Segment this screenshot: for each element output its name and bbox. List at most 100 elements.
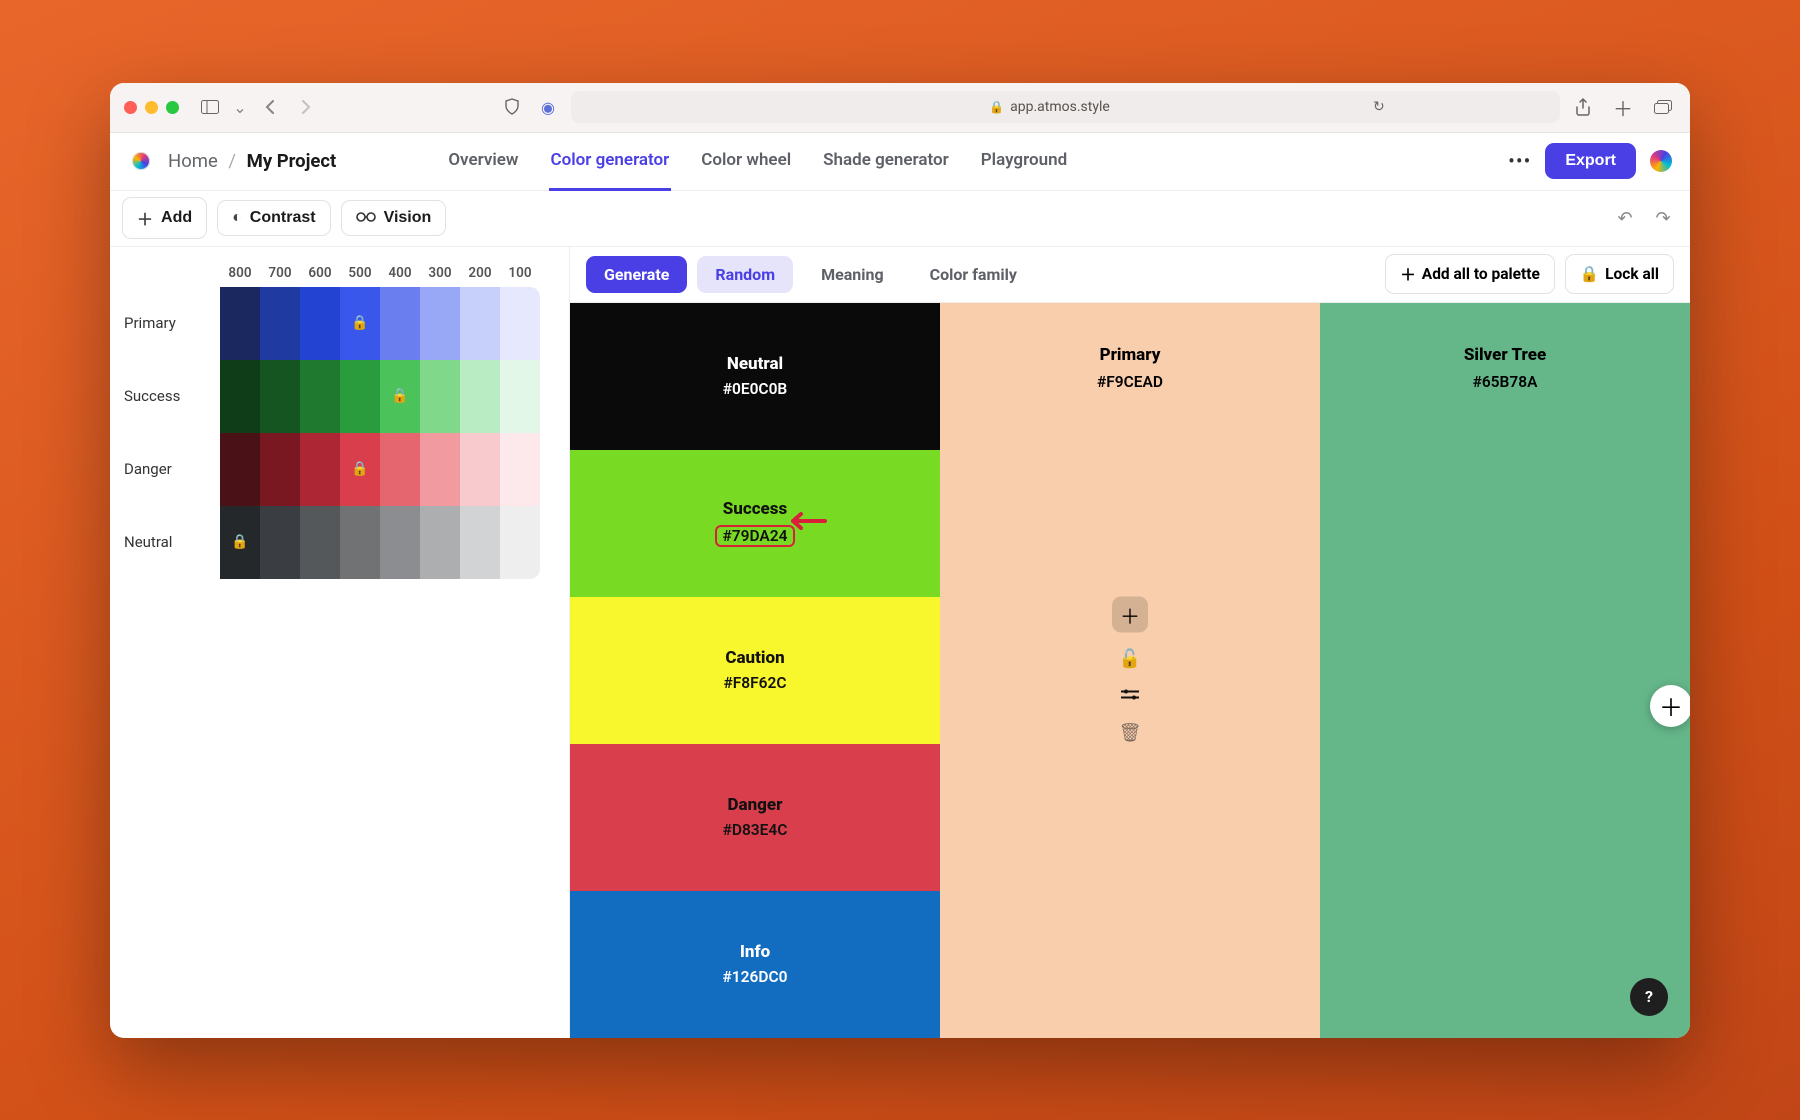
breadcrumb-home[interactable]: Home [168, 150, 218, 172]
color-slab[interactable]: Info#126DC0 [570, 891, 940, 1038]
annotation-arrow-icon [785, 510, 827, 536]
shade-label: 200 [460, 265, 500, 281]
lock-all-label: Lock all [1605, 265, 1659, 283]
swatch[interactable] [340, 360, 380, 433]
swatch[interactable] [420, 506, 460, 579]
reload-button[interactable]: ↻ [1366, 94, 1392, 120]
forward-button[interactable] [293, 94, 319, 120]
swatch[interactable] [500, 287, 540, 360]
color-slab[interactable]: Danger#D83E4C [570, 744, 940, 891]
app-logo[interactable] [128, 148, 154, 174]
generator-bar: Generate Random Meaning Color family ＋Ad… [570, 247, 1690, 303]
extensions-icon[interactable]: ◉ [535, 94, 561, 120]
generate-button[interactable]: Generate [586, 256, 687, 293]
vision-label: Vision [384, 209, 432, 227]
swatch[interactable] [380, 433, 420, 506]
swatch[interactable]: 🔒 [220, 506, 260, 579]
swatch[interactable] [340, 506, 380, 579]
more-menu-button[interactable]: ••• [1508, 149, 1531, 173]
minimize-window-button[interactable] [145, 101, 158, 114]
contrast-icon: ◐ [232, 209, 242, 227]
color-slab[interactable]: Caution#F8F62C [570, 597, 940, 744]
swatch[interactable] [300, 506, 340, 579]
swatch[interactable] [500, 360, 540, 433]
export-button[interactable]: Export [1545, 143, 1636, 179]
user-avatar[interactable] [1650, 150, 1672, 172]
swatch[interactable]: 🔒 [340, 433, 380, 506]
shade-grid: Primary🔒Success🔒Danger🔒Neutral🔒 [110, 287, 569, 579]
url-bar[interactable]: 🔒 app.atmos.style ↻ [571, 91, 1560, 123]
shade-label: 500 [340, 265, 380, 281]
add-button[interactable]: ＋Add [122, 197, 207, 239]
sidebar-toggle-button[interactable] [197, 94, 223, 120]
swatch[interactable] [500, 506, 540, 579]
swatch[interactable]: 🔒 [340, 287, 380, 360]
color-slab[interactable]: Neutral#0E0C0B [570, 303, 940, 450]
tab-color-generator[interactable]: Color generator [549, 132, 672, 191]
share-button[interactable] [1570, 94, 1596, 120]
swatch[interactable]: 🔒 [380, 360, 420, 433]
swatch[interactable] [380, 506, 420, 579]
adjust-button[interactable] [1121, 686, 1139, 707]
color-column-primary[interactable]: Primary#F9CEAD＋🔓🗑 [940, 303, 1320, 1038]
swatch[interactable] [260, 506, 300, 579]
swatch[interactable] [220, 360, 260, 433]
column-name: Primary [1100, 345, 1161, 365]
meaning-filter[interactable]: Meaning [803, 256, 902, 293]
swatch[interactable] [500, 433, 540, 506]
shade-row: Danger 🔒 [110, 433, 569, 506]
swatch[interactable] [260, 433, 300, 506]
contrast-button[interactable]: ◐Contrast [217, 200, 330, 236]
slab-name: Success [723, 499, 787, 519]
lock-all-button[interactable]: 🔒Lock all [1565, 254, 1674, 294]
breadcrumb-project[interactable]: My Project [247, 150, 337, 172]
color-family-filter[interactable]: Color family [912, 256, 1035, 293]
close-window-button[interactable] [124, 101, 137, 114]
swatch[interactable] [260, 360, 300, 433]
add-all-button[interactable]: ＋Add all to palette [1385, 254, 1555, 294]
color-column-silver-tree[interactable]: Silver Tree#65B78A ＋ [1320, 303, 1690, 1038]
back-button[interactable] [257, 94, 283, 120]
swatch[interactable] [460, 287, 500, 360]
slab-name: Neutral [727, 354, 783, 374]
swatch[interactable] [300, 433, 340, 506]
tab-color-wheel[interactable]: Color wheel [699, 132, 793, 191]
shade-label: 400 [380, 265, 420, 281]
shade-row-label: Danger [110, 460, 220, 478]
unlock-button[interactable]: 🔓 [1119, 649, 1141, 670]
color-slab[interactable]: Success#79DA24 [570, 450, 940, 597]
swatch[interactable] [380, 287, 420, 360]
swatch[interactable] [420, 360, 460, 433]
redo-button[interactable]: ↷ [1648, 203, 1678, 233]
shade-row: Success🔒 [110, 360, 569, 433]
privacy-report-icon[interactable] [499, 94, 525, 120]
swatch[interactable] [420, 433, 460, 506]
shade-label: 100 [500, 265, 540, 281]
add-column-button[interactable]: ＋ [1650, 685, 1690, 727]
tab-overview[interactable]: Overview [446, 132, 520, 191]
swatch[interactable] [220, 287, 260, 360]
swatch[interactable] [460, 506, 500, 579]
undo-button[interactable]: ↶ [1610, 203, 1640, 233]
swatch[interactable] [420, 287, 460, 360]
swatch[interactable] [300, 360, 340, 433]
delete-button[interactable]: 🗑 [1119, 723, 1142, 744]
shade-row: Primary🔒 [110, 287, 569, 360]
swatch[interactable] [260, 287, 300, 360]
new-tab-button[interactable]: ＋ [1610, 94, 1636, 120]
swatch[interactable] [460, 360, 500, 433]
zoom-window-button[interactable] [166, 101, 179, 114]
tab-overview-button[interactable] [1650, 94, 1676, 120]
tab-group-chevron-icon[interactable]: ⌄ [233, 94, 247, 120]
column-hex: #65B78A [1473, 373, 1538, 391]
random-filter[interactable]: Random [697, 256, 793, 293]
tab-playground[interactable]: Playground [979, 132, 1069, 191]
swatch[interactable] [220, 433, 260, 506]
swatch[interactable] [300, 287, 340, 360]
plus-icon: ＋ [137, 206, 153, 230]
help-button[interactable]: ? [1630, 978, 1668, 1016]
swatch[interactable] [460, 433, 500, 506]
vision-button[interactable]: Vision [341, 200, 447, 236]
add-to-palette-button[interactable]: ＋ [1112, 597, 1148, 633]
tab-shade-generator[interactable]: Shade generator [821, 132, 951, 191]
